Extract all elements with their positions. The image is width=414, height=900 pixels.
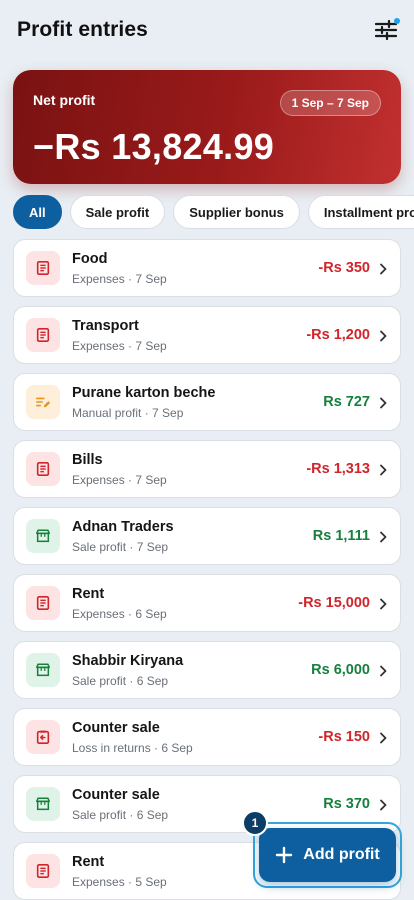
entry-title: Bills xyxy=(72,451,103,468)
chevron-right-icon xyxy=(378,329,388,342)
entry-title: Shabbir Kiryana xyxy=(72,652,184,669)
entry-subtitle: Sale profit · 6 Sep xyxy=(72,673,169,688)
net-profit-amount: −Rs 13,824.99 xyxy=(33,126,275,167)
entry-text: Adnan Traders Sale profit · 7 Sep xyxy=(72,519,313,554)
entry-subtitle: Expenses · 7 Sep xyxy=(72,271,167,286)
entry-row[interactable]: Food Expenses · 7 Sep -Rs 350 xyxy=(13,239,401,297)
chip-supplier-bonus[interactable]: Supplier bonus xyxy=(173,195,300,229)
add-profit-focus-ring: Add profit xyxy=(253,822,402,888)
sliders-icon xyxy=(375,20,397,40)
entry-row[interactable]: Rent Expenses · 6 Sep -Rs 15,000 xyxy=(13,574,401,632)
chevron-right-icon xyxy=(378,396,388,409)
store-icon xyxy=(26,519,60,553)
entry-text: Rent Expenses · 6 Sep xyxy=(72,586,298,621)
entry-text: Purane karton beche Manual profit · 7 Sep xyxy=(72,385,323,420)
receipt-icon xyxy=(26,854,60,888)
edit-note-icon xyxy=(26,385,60,419)
entry-amount: -Rs 1,313 xyxy=(306,461,370,477)
entries-list: Food Expenses · 7 Sep -Rs 350 Transport Expe… xyxy=(13,239,401,900)
entry-row[interactable]: Counter sale Loss in returns · 6 Sep -Rs 1… xyxy=(13,708,401,766)
entry-amount: -Rs 150 xyxy=(318,729,370,745)
chevron-right-icon xyxy=(378,597,388,610)
entry-row[interactable]: Transport Expenses · 7 Sep -Rs 1,200 xyxy=(13,306,401,364)
filter-chips: All Sale profit Supplier bonus Installme… xyxy=(13,195,414,229)
entry-text: Shabbir Kiryana Sale profit · 6 Sep xyxy=(72,653,311,688)
entry-text: Transport Expenses · 7 Sep xyxy=(72,318,306,353)
chevron-right-icon xyxy=(378,463,388,476)
entry-amount: -Rs 1,200 xyxy=(306,327,370,343)
chevron-right-icon xyxy=(378,262,388,275)
page-title: Profit entries xyxy=(17,18,148,41)
entry-title: Counter sale xyxy=(72,786,160,803)
chip-installment-profit[interactable]: Installment profit xyxy=(307,195,414,229)
add-profit-button[interactable]: Add profit xyxy=(259,828,396,882)
entry-text: Bills Expenses · 7 Sep xyxy=(72,452,306,487)
entry-title: Rent xyxy=(72,585,105,602)
entry-amount: Rs 370 xyxy=(323,796,370,812)
entry-title: Food xyxy=(72,250,108,267)
entry-title: Transport xyxy=(72,317,139,334)
receipt-icon xyxy=(26,251,60,285)
net-profit-card: Net profit 1 Sep – 7 Sep −Rs 13,824.99 xyxy=(13,70,401,184)
plus-icon xyxy=(276,846,293,864)
entry-row[interactable]: Bills Expenses · 7 Sep -Rs 1,313 xyxy=(13,440,401,498)
entry-text: Counter sale Loss in returns · 6 Sep xyxy=(72,720,318,755)
entry-text: Food Expenses · 7 Sep xyxy=(72,251,318,286)
filter-active-dot xyxy=(394,18,400,24)
entry-title: Purane karton beche xyxy=(72,384,216,401)
entry-title: Counter sale xyxy=(72,719,160,736)
step-badge: 1 xyxy=(242,810,268,836)
entry-amount: -Rs 15,000 xyxy=(298,595,370,611)
entry-row[interactable]: Adnan Traders Sale profit · 7 Sep Rs 1,111 xyxy=(13,507,401,565)
entry-amount: Rs 727 xyxy=(323,394,370,410)
entry-text: Counter sale Sale profit · 6 Sep xyxy=(72,787,323,822)
entry-subtitle: Expenses · 6 Sep xyxy=(72,606,167,621)
date-range-chip[interactable]: 1 Sep – 7 Sep xyxy=(279,90,381,116)
entry-amount: Rs 6,000 xyxy=(311,662,370,678)
chevron-right-icon xyxy=(378,731,388,744)
app-header: Profit entries xyxy=(0,0,414,60)
chevron-right-icon xyxy=(378,664,388,677)
receipt-icon xyxy=(26,586,60,620)
chevron-right-icon xyxy=(378,798,388,811)
entry-subtitle: Sale profit · 7 Sep xyxy=(72,539,169,554)
store-icon xyxy=(26,787,60,821)
filter-button[interactable] xyxy=(372,16,400,44)
entry-subtitle: Expenses · 7 Sep xyxy=(72,338,167,353)
store-icon xyxy=(26,653,60,687)
entry-amount: -Rs 350 xyxy=(318,260,370,276)
entry-subtitle: Loss in returns · 6 Sep xyxy=(72,740,193,755)
receipt-icon xyxy=(26,452,60,486)
entry-title: Adnan Traders xyxy=(72,518,174,535)
entry-subtitle: Sale profit · 6 Sep xyxy=(72,807,169,822)
entry-subtitle: Manual profit · 7 Sep xyxy=(72,405,184,420)
entry-amount: Rs 1,111 xyxy=(312,528,370,544)
entry-row[interactable]: Shabbir Kiryana Sale profit · 6 Sep Rs 6,0… xyxy=(13,641,401,699)
entry-subtitle: Expenses · 7 Sep xyxy=(72,472,167,487)
chip-sale-profit[interactable]: Sale profit xyxy=(69,195,166,229)
entry-row[interactable]: Purane karton beche Manual profit · 7 Sep… xyxy=(13,373,401,431)
chevron-right-icon xyxy=(378,530,388,543)
chip-all[interactable]: All xyxy=(13,195,62,229)
return-icon xyxy=(26,720,60,754)
receipt-icon xyxy=(26,318,60,352)
add-profit-label: Add profit xyxy=(303,846,380,863)
